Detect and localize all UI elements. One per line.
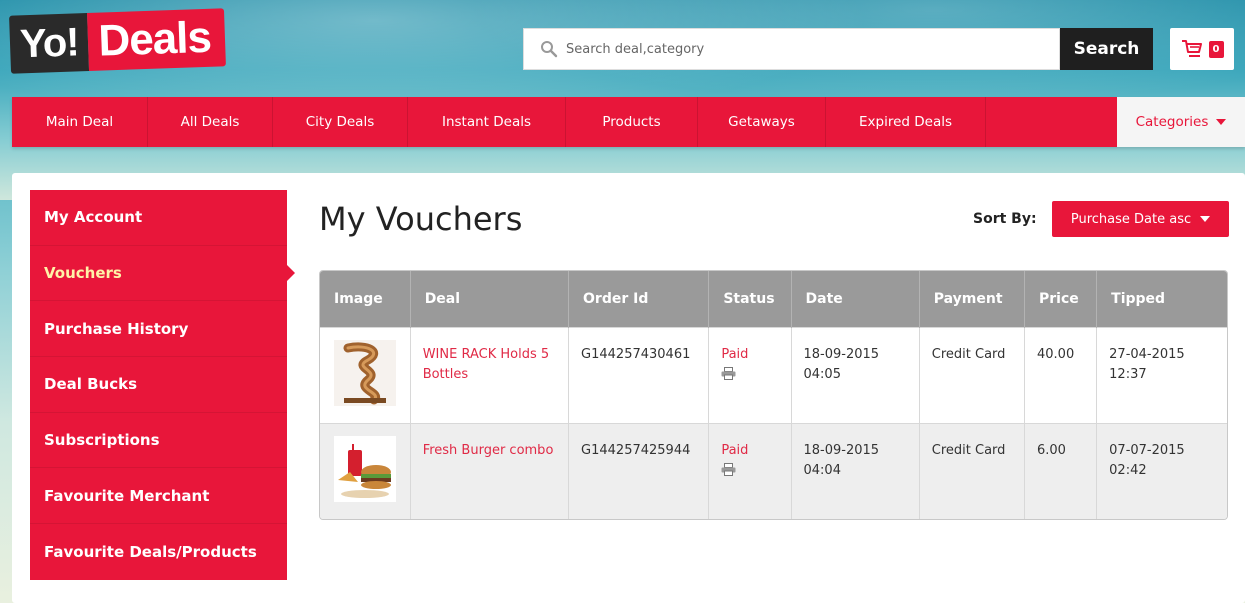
col-header-tipped: Tipped bbox=[1096, 271, 1227, 327]
deal-link[interactable]: Fresh Burger combo bbox=[423, 443, 554, 458]
payment-cell: Credit Card bbox=[919, 422, 1026, 519]
sidebar-item-label: Favourite Deals/Products bbox=[44, 542, 257, 561]
payment-cell: Credit Card bbox=[919, 326, 1026, 423]
sidebar-item-label: Favourite Merchant bbox=[44, 486, 210, 505]
account-sidebar: My Account Vouchers Purchase History Dea… bbox=[30, 190, 295, 580]
printer-icon[interactable] bbox=[721, 462, 736, 476]
sidebar-item-purchase-history[interactable]: Purchase History bbox=[30, 301, 287, 358]
search-icon bbox=[541, 41, 558, 58]
categories-dropdown[interactable]: Categories bbox=[1117, 97, 1245, 147]
nav-item-instant-deals[interactable]: Instant Deals bbox=[408, 97, 566, 147]
sidebar-item-label: Deal Bucks bbox=[44, 375, 138, 394]
status-text: Paid bbox=[721, 346, 749, 362]
deal-cell: WINE RACK Holds 5 Bottles bbox=[410, 326, 570, 423]
burger-combo-image[interactable] bbox=[334, 435, 396, 502]
nav-item-main-deal[interactable]: Main Deal bbox=[12, 97, 148, 147]
status-text: Paid bbox=[721, 442, 749, 458]
sidebar-item-label: Subscriptions bbox=[44, 431, 160, 450]
nav-item-all-deals[interactable]: All Deals bbox=[148, 97, 273, 147]
col-header-deal: Deal bbox=[410, 271, 570, 327]
sort-label: Sort By: bbox=[973, 211, 1037, 227]
sidebar-item-label: Purchase History bbox=[44, 319, 189, 338]
order-id-cell: G144257430461 bbox=[568, 326, 710, 423]
search-box bbox=[523, 28, 1060, 70]
search-button[interactable]: Search bbox=[1060, 28, 1153, 70]
status-cell: Paid bbox=[708, 422, 792, 519]
col-header-image: Image bbox=[320, 271, 411, 327]
logo-deals-text: Deals bbox=[87, 8, 226, 71]
logo-yo-text: Yo! bbox=[9, 13, 90, 74]
sidebar-item-my-account[interactable]: My Account bbox=[30, 190, 287, 246]
sort-dropdown[interactable]: Purchase Date asc bbox=[1052, 201, 1229, 237]
vouchers-table: Image Deal Order Id Status Date Payment … bbox=[319, 270, 1228, 520]
price-cell: 40.00 bbox=[1024, 326, 1098, 423]
categories-label: Categories bbox=[1135, 114, 1209, 130]
sidebar-item-vouchers[interactable]: Vouchers bbox=[30, 246, 295, 302]
image-cell bbox=[320, 326, 411, 423]
site-logo[interactable]: Yo! Deals bbox=[9, 8, 226, 74]
col-header-date: Date bbox=[791, 271, 920, 327]
cart-icon bbox=[1181, 40, 1202, 57]
col-header-price: Price bbox=[1024, 271, 1098, 327]
date-cell: 18-09-2015 04:05 bbox=[791, 326, 920, 423]
cart-count-badge: 0 bbox=[1208, 40, 1224, 58]
sidebar-item-deal-bucks[interactable]: Deal Bucks bbox=[30, 357, 287, 413]
deal-link[interactable]: WINE RACK Holds 5 Bottles bbox=[423, 347, 549, 382]
tipped-cell: 07-07-2015 02:42 bbox=[1096, 422, 1227, 519]
date-cell: 18-09-2015 04:04 bbox=[791, 422, 920, 519]
nav-item-city-deals[interactable]: City Deals bbox=[273, 97, 408, 147]
sidebar-item-favourite-merchant[interactable]: Favourite Merchant bbox=[30, 468, 287, 525]
tipped-cell: 27-04-2015 12:37 bbox=[1096, 326, 1227, 423]
nav-item-products[interactable]: Products bbox=[566, 97, 698, 147]
chevron-down-icon bbox=[1200, 216, 1211, 222]
order-id-cell: G144257425944 bbox=[568, 422, 710, 519]
nav-item-getaways[interactable]: Getaways bbox=[698, 97, 826, 147]
price-cell: 6.00 bbox=[1024, 422, 1098, 519]
table-row: WINE RACK Holds 5 Bottles G144257430461 … bbox=[320, 326, 1227, 423]
sidebar-item-subscriptions[interactable]: Subscriptions bbox=[30, 413, 287, 469]
printer-icon[interactable] bbox=[721, 366, 736, 380]
col-header-payment: Payment bbox=[919, 271, 1026, 327]
sort-value: Purchase Date asc bbox=[1070, 211, 1192, 227]
status-cell: Paid bbox=[708, 326, 792, 423]
col-header-status: Status bbox=[708, 271, 792, 327]
table-header-row: Image Deal Order Id Status Date Payment … bbox=[320, 271, 1227, 327]
sidebar-item-label: Vouchers bbox=[44, 264, 122, 283]
deal-cell: Fresh Burger combo bbox=[410, 422, 570, 519]
image-cell bbox=[320, 422, 411, 519]
active-pointer-icon bbox=[287, 265, 295, 282]
wine-rack-image[interactable] bbox=[334, 339, 396, 406]
chevron-down-icon bbox=[1216, 119, 1227, 125]
sidebar-item-label: My Account bbox=[44, 208, 143, 227]
search-input[interactable] bbox=[566, 41, 1026, 57]
nav-item-expired-deals[interactable]: Expired Deals bbox=[826, 97, 986, 147]
main-nav: Main Deal All Deals City Deals Instant D… bbox=[12, 97, 1245, 147]
sidebar-item-favourite-deals[interactable]: Favourite Deals/Products bbox=[30, 524, 287, 580]
table-row: Fresh Burger combo G144257425944 Paid 18… bbox=[320, 422, 1227, 519]
cart-button[interactable]: 0 bbox=[1170, 28, 1234, 70]
page-title: My Vouchers bbox=[319, 200, 523, 238]
col-header-order-id: Order Id bbox=[568, 271, 710, 327]
